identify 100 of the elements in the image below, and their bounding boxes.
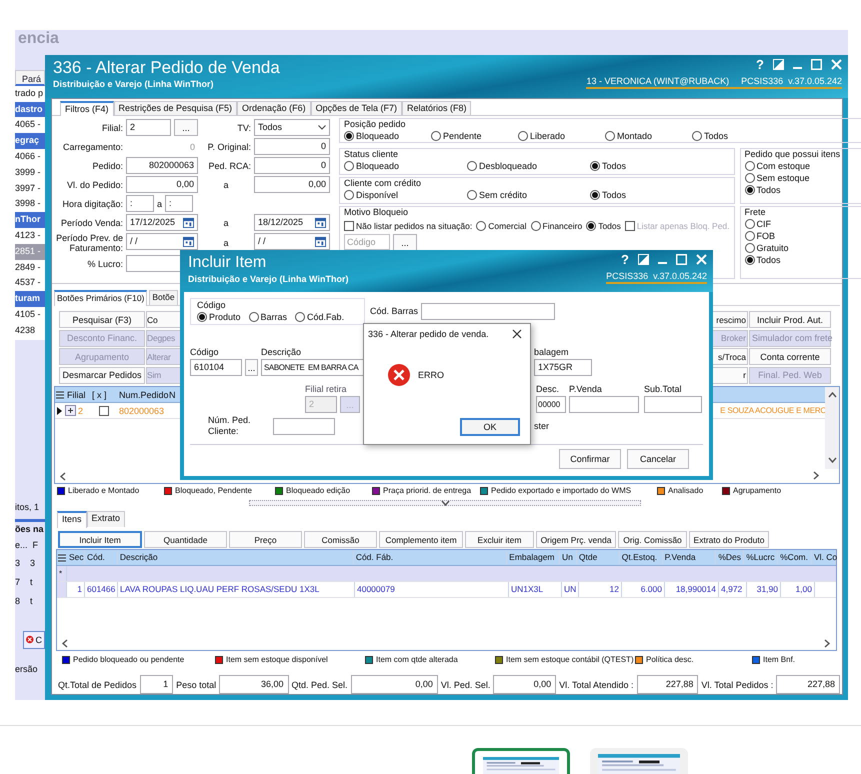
tab[interactable]: Relatórios (F8) (402, 101, 472, 115)
tab[interactable]: Restrições de Pesquisa (F5) (114, 101, 238, 115)
chevron-up-icon[interactable] (828, 391, 836, 400)
menu-section[interactable]: nThor (15, 212, 45, 228)
column-header[interactable]: Num.Pedido (117, 390, 167, 400)
ok-button[interactable]: OK (460, 418, 520, 436)
menu-section[interactable]: dastro (15, 102, 45, 118)
action-button[interactable]: Complemento item (379, 531, 463, 548)
barcode-field[interactable] (421, 303, 556, 320)
column-header[interactable]: [ x ] (90, 390, 117, 400)
radio-option[interactable]: Barras (248, 311, 288, 323)
column-header[interactable]: Sec (66, 550, 85, 565)
menu-section[interactable]: turam (15, 291, 45, 307)
radio-option[interactable]: Produto (197, 311, 241, 323)
list-item[interactable]: 4105 - (15, 306, 45, 323)
radio-option[interactable]: Bloqueado (344, 160, 400, 172)
time-field[interactable]: : (165, 195, 194, 212)
input-field[interactable]: 0,00 (254, 176, 330, 193)
date-field[interactable]: / / (126, 233, 198, 250)
date-field[interactable]: 17/12/2025 (126, 214, 198, 231)
column-header[interactable]: Cód. (84, 550, 118, 565)
radio-option[interactable]: Todos (744, 184, 781, 196)
list-item[interactable]: 4065 - (15, 117, 45, 134)
checkbox[interactable] (98, 406, 108, 416)
action-button[interactable]: Incluir Item (58, 531, 142, 548)
radio-option[interactable]: Comercial (476, 220, 527, 232)
radio-option[interactable]: Todos (744, 254, 781, 266)
list-item[interactable]: 8 t (15, 594, 45, 610)
tab[interactable]: Filtros (F4) (60, 101, 114, 116)
radio-option[interactable]: Liberado (518, 130, 566, 142)
calendar-icon[interactable] (183, 236, 194, 247)
scrollbar[interactable] (825, 387, 839, 469)
column-menu-icon[interactable] (55, 390, 65, 400)
column-header[interactable]: Descrição (118, 550, 354, 565)
list-item[interactable]: 3997 - (15, 180, 45, 196)
column-menu-icon[interactable] (57, 552, 67, 562)
radio-option[interactable]: Cód.Fab. (295, 311, 344, 323)
radio-option[interactable]: CIF (744, 218, 772, 230)
column-header[interactable]: %Lucrc (744, 550, 778, 565)
cancel-button[interactable]: C (23, 630, 45, 649)
menu-section[interactable]: egraç (15, 133, 45, 149)
input-field[interactable]: 802000063 (126, 157, 198, 174)
dialog-button[interactable]: Confirmar (559, 449, 621, 469)
checkbox[interactable]: Não listar pedidos na situação: (344, 220, 472, 232)
list-item[interactable]: 2849 - (15, 260, 45, 276)
tab[interactable]: Ordenação (F6) (237, 101, 311, 115)
radio-option[interactable]: Sem estoque (744, 172, 810, 184)
tab[interactable]: Extrato (86, 511, 126, 527)
chevron-right-icon[interactable] (823, 638, 832, 648)
list-item[interactable]: 4238 (15, 322, 45, 339)
input-field[interactable]: 610104 (190, 359, 242, 376)
chevron-left-icon[interactable] (59, 472, 68, 480)
tab[interactable]: Opções de Tela (F7) (310, 101, 402, 115)
list-item[interactable]: 3998 - (15, 196, 45, 212)
column-header[interactable]: Cód. Fáb. (354, 550, 508, 565)
time-field[interactable]: : (126, 195, 154, 212)
column-header[interactable]: Qt.Estoq. (620, 550, 663, 565)
maximize-icon[interactable] (676, 254, 687, 265)
list-item[interactable]: 7 t (15, 575, 45, 591)
column-header[interactable]: Filial (65, 390, 90, 400)
chevron-down-icon[interactable] (828, 456, 836, 465)
lookup-button[interactable]: ... (174, 119, 198, 136)
radio-option[interactable]: Com estoque (744, 160, 810, 172)
list-item[interactable]: ersão (15, 662, 45, 678)
tab[interactable]: Botõe (149, 290, 178, 305)
radio-option[interactable]: Sem crédito (467, 189, 528, 201)
dialog-button[interactable]: Cancelar (627, 449, 689, 469)
radio-option[interactable]: FOB (744, 230, 776, 242)
action-button[interactable]: Quantidade (144, 531, 227, 548)
input-field[interactable]: 0,00 (126, 176, 198, 193)
radio-option[interactable]: Gratuito (744, 242, 789, 254)
radio-option[interactable]: Bloqueado (344, 130, 400, 142)
close-icon[interactable] (512, 329, 522, 339)
action-button[interactable]: Incluir Prod. Aut. (749, 311, 831, 328)
radio-option[interactable]: Pendente (431, 130, 482, 142)
column-header[interactable]: N (167, 390, 177, 400)
radio-option[interactable]: Financeiro (530, 220, 582, 232)
tab[interactable]: Botões Primários (F10) (54, 290, 148, 306)
column-header[interactable]: Un (560, 550, 577, 565)
action-button[interactable]: Origem Prç. venda (536, 531, 616, 548)
input-field[interactable]: 1X75GR (534, 359, 592, 376)
tab[interactable]: Pará (15, 70, 45, 86)
lookup-button[interactable]: ... (393, 234, 417, 251)
dropdown[interactable]: Todos (254, 119, 330, 136)
chevron-down-icon[interactable] (440, 498, 450, 508)
help-button[interactable]: ? (756, 58, 764, 71)
restore-icon[interactable] (773, 59, 784, 70)
input-field[interactable]: 2 (126, 119, 171, 136)
action-button[interactable]: Preço (229, 531, 302, 548)
input-field[interactable] (644, 396, 702, 413)
column-header[interactable]: Embalagem (507, 550, 560, 565)
list-item[interactable]: e... F (15, 538, 45, 554)
help-button[interactable]: ? (621, 253, 629, 266)
tab[interactable]: Itens (57, 511, 87, 528)
list-item[interactable]: 4066 - (15, 148, 45, 165)
radio-option[interactable]: Todos (590, 160, 626, 172)
column-header[interactable]: %Des (716, 550, 744, 565)
radio-option[interactable]: Desbloqueado (467, 160, 538, 172)
radio-option[interactable]: Todos (590, 189, 626, 201)
calendar-icon[interactable] (315, 217, 326, 228)
